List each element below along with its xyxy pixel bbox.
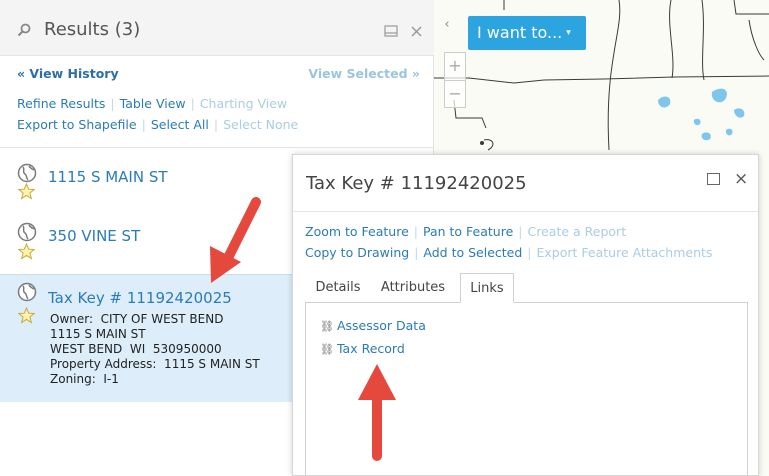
result-item-selected[interactable]: Tax Key # 11192420025 Owner: CITY OF WES… bbox=[0, 274, 292, 402]
separator: | bbox=[190, 96, 195, 111]
i-want-to-button[interactable]: I want to... ▾ bbox=[468, 16, 586, 50]
star-icon[interactable] bbox=[18, 183, 35, 200]
globe-icon bbox=[17, 163, 37, 183]
table-view-link[interactable]: Table View bbox=[120, 96, 186, 111]
water-bodies bbox=[658, 88, 745, 141]
zoom-to-feature-link[interactable]: Zoom to Feature bbox=[305, 224, 409, 239]
pan-to-feature-link[interactable]: Pan to Feature bbox=[423, 224, 513, 239]
result-item[interactable]: 350 VINE ST bbox=[0, 222, 292, 274]
zoom-in-button[interactable]: + bbox=[445, 53, 465, 80]
results-header: Results (3) bbox=[0, 0, 434, 56]
results-actions-row2: Export to Shapefile | Select All | Select No… bbox=[17, 117, 298, 132]
select-all-link[interactable]: Select All bbox=[151, 117, 209, 132]
minimize-icon[interactable] bbox=[384, 25, 398, 37]
separator: | bbox=[110, 96, 115, 111]
results-actions-row1: Refine Results | Table View | Charting View bbox=[17, 96, 287, 111]
copy-to-drawing-link[interactable]: Copy to Drawing bbox=[305, 245, 409, 260]
separator: | bbox=[527, 245, 532, 260]
magnifier-icon bbox=[17, 23, 31, 37]
result-item-details: Owner: CITY OF WEST BEND 1115 S MAIN ST … bbox=[50, 312, 260, 386]
view-history-link[interactable]: « View History bbox=[17, 66, 119, 81]
popup-title: Tax Key # 11192420025 bbox=[306, 173, 527, 194]
chevron-left-icon: ‹ bbox=[444, 17, 450, 32]
app-window: ‹ + − I want to... ▾ Results (3) « View H… bbox=[0, 0, 769, 476]
result-item-name[interactable]: 350 VINE ST bbox=[48, 227, 140, 245]
separator: | bbox=[414, 245, 419, 260]
result-item-name[interactable]: 1115 S MAIN ST bbox=[48, 168, 168, 186]
maximize-icon[interactable] bbox=[707, 173, 720, 185]
tax-record-link[interactable]: ⛓ Tax Record bbox=[320, 341, 405, 356]
divider bbox=[0, 147, 434, 148]
zoom-control: + − bbox=[444, 52, 466, 108]
assessor-data-label: Assessor Data bbox=[336, 318, 426, 333]
select-none-link: Select None bbox=[223, 117, 299, 132]
export-shapefile-link[interactable]: Export to Shapefile bbox=[17, 117, 137, 132]
tab-details[interactable]: Details bbox=[305, 273, 371, 303]
charting-view-link: Charting View bbox=[199, 96, 288, 111]
refine-results-link[interactable]: Refine Results bbox=[17, 96, 105, 111]
assessor-data-link[interactable]: ⛓ Assessor Data bbox=[320, 318, 426, 333]
feature-details-popup: Tax Key # 11192420025 × Zoom to Feature |… bbox=[292, 154, 759, 476]
results-title: Results (3) bbox=[44, 19, 141, 40]
create-report-link: Create a Report bbox=[527, 224, 627, 239]
i-want-to-label: I want to... bbox=[477, 23, 563, 42]
separator: | bbox=[413, 224, 418, 239]
tab-links[interactable]: Links bbox=[460, 273, 514, 303]
zoom-out-button[interactable]: − bbox=[445, 80, 465, 107]
popup-actions-row1: Zoom to Feature | Pan to Feature | Create a … bbox=[305, 224, 626, 239]
separator: | bbox=[518, 224, 523, 239]
separator: | bbox=[213, 117, 219, 132]
caret-down-icon: ▾ bbox=[566, 28, 571, 38]
view-selected-link[interactable]: View Selected » bbox=[308, 66, 420, 81]
separator: | bbox=[141, 117, 146, 132]
star-icon[interactable] bbox=[18, 307, 35, 324]
export-attachments-link: Export Feature Attachments bbox=[536, 245, 713, 260]
tab-attributes[interactable]: Attributes bbox=[371, 273, 455, 303]
star-icon[interactable] bbox=[18, 243, 35, 260]
collapse-panel-button[interactable]: ‹ bbox=[434, 12, 460, 38]
result-item-name[interactable]: Tax Key # 11192420025 bbox=[48, 289, 232, 307]
link-icon: ⛓ bbox=[320, 343, 334, 356]
link-icon: ⛓ bbox=[320, 320, 334, 333]
close-icon[interactable] bbox=[411, 26, 422, 37]
close-icon[interactable]: × bbox=[734, 169, 748, 189]
globe-icon bbox=[17, 282, 37, 302]
divider bbox=[293, 211, 758, 212]
result-item[interactable]: 1115 S MAIN ST bbox=[0, 163, 292, 219]
globe-icon bbox=[17, 222, 37, 242]
add-to-selected-link[interactable]: Add to Selected bbox=[423, 245, 522, 260]
popup-actions-row2: Copy to Drawing | Add to Selected | Export F… bbox=[305, 245, 712, 260]
tax-record-label: Tax Record bbox=[336, 341, 405, 356]
